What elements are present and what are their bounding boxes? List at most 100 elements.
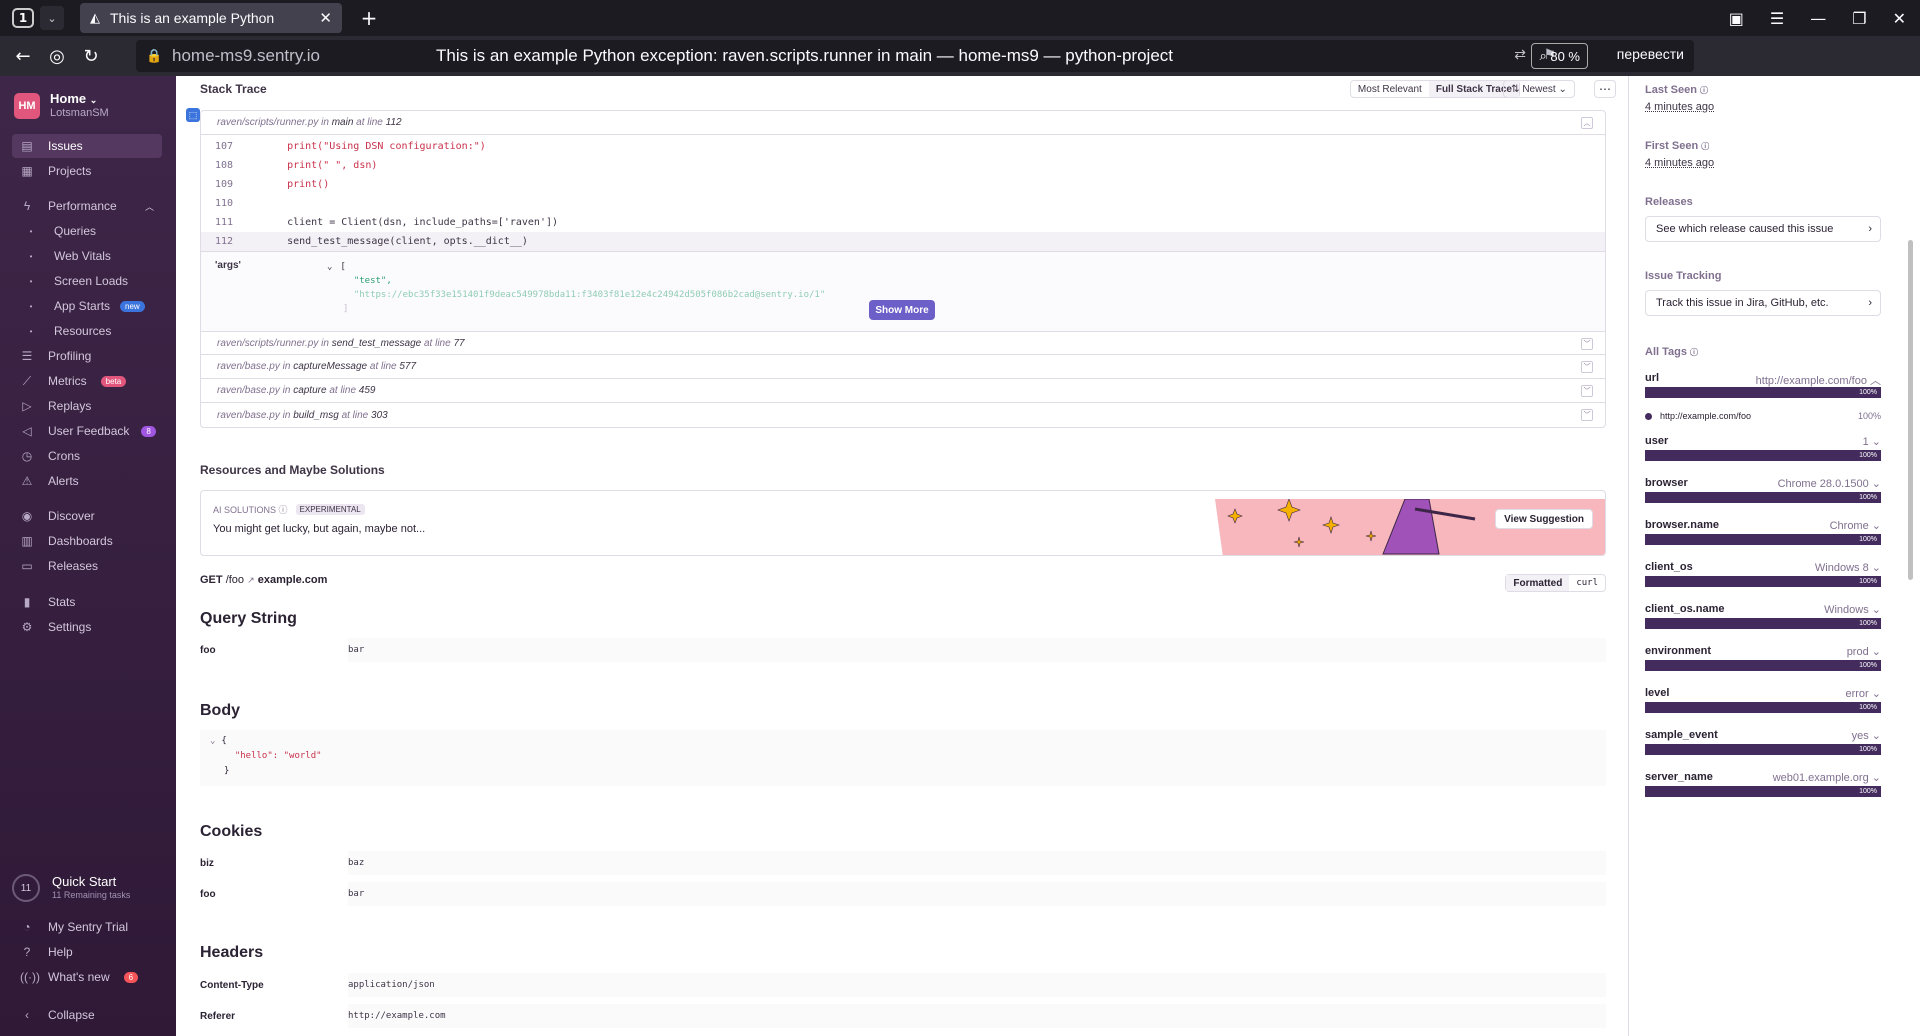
reload-icon[interactable]: ↻ bbox=[76, 41, 106, 71]
stack-frames: raven/scripts/runner.py in main at line … bbox=[200, 110, 1606, 428]
sidebar-item-queries[interactable]: • Queries bbox=[12, 219, 162, 243]
ai-solutions-label: AI SOLUTIONS bbox=[213, 504, 277, 515]
sidebar-item-whats-new[interactable]: ((·)) What's new 6 bbox=[12, 965, 162, 989]
minimize-icon[interactable]: — bbox=[1810, 9, 1826, 28]
sidebar-item-performance[interactable]: ϟ Performance ︿ bbox=[12, 194, 162, 218]
sidebar-item-crons[interactable]: ◷ Crons bbox=[12, 444, 162, 468]
tag-key: browser bbox=[1645, 477, 1688, 489]
frame-at: at line bbox=[329, 385, 357, 396]
stack-frame-header[interactable]: raven/base.py in capture at line 459 ﹀ bbox=[201, 379, 1605, 403]
tag-value-row[interactable]: http://example.com/foo 100% bbox=[1645, 411, 1881, 421]
sentry-sidebar: HM Home ⌄ LotsmanSM ▤ Issues ▦ Projects ϟ P… bbox=[0, 76, 176, 1036]
sidebar-item-metrics[interactable]: ⟋ Metrics beta bbox=[12, 369, 162, 393]
sidebar-item-label: Discover bbox=[48, 509, 95, 523]
translate-button[interactable]: перевести bbox=[1617, 46, 1684, 62]
sidebar-item-profiling[interactable]: ☰ Profiling bbox=[12, 344, 162, 368]
sidebar-item-releases[interactable]: ▭ Releases bbox=[12, 554, 162, 578]
frame-file: raven/base.py bbox=[217, 385, 280, 396]
chevron-down-icon[interactable]: ﹀ bbox=[1581, 338, 1593, 350]
last-seen-value[interactable]: 4 minutes ago bbox=[1645, 101, 1714, 113]
restore-icon[interactable]: ❐ bbox=[1852, 9, 1866, 28]
tag-value: error bbox=[1845, 688, 1869, 700]
sidebar-item-stats[interactable]: ▮ Stats bbox=[12, 590, 162, 614]
stack-view-toggle: Most Relevant Full Stack Trace bbox=[1349, 80, 1520, 98]
external-link-icon[interactable]: ↗ bbox=[247, 575, 255, 586]
megaphone-icon: ◁ bbox=[22, 424, 32, 438]
frame-in: in bbox=[282, 385, 291, 396]
show-more-button[interactable]: Show More bbox=[869, 300, 935, 320]
stack-frame-header[interactable]: raven/scripts/runner.py in send_test_mes… bbox=[201, 331, 1605, 355]
chevron-up-icon[interactable]: ︿ bbox=[1581, 117, 1593, 129]
sidebar-item-resources[interactable]: • Resources bbox=[12, 319, 162, 343]
reader-icon[interactable]: ◎ bbox=[42, 41, 72, 71]
most-relevant-button[interactable]: Most Relevant bbox=[1351, 81, 1429, 97]
sidebar-item-issues[interactable]: ▤ Issues bbox=[12, 134, 162, 158]
translate-page-icon[interactable]: ⇄ bbox=[1514, 46, 1526, 63]
tag-percent: 100% bbox=[1859, 704, 1877, 711]
projects-icon: ▦ bbox=[21, 164, 33, 178]
sidebar-item-projects[interactable]: ▦ Projects bbox=[12, 159, 162, 183]
sidebar-item-web-vitals[interactable]: • Web Vitals bbox=[12, 244, 162, 268]
chevron-down-icon[interactable]: ﹀ bbox=[1581, 385, 1593, 397]
sidebar-item-app-starts[interactable]: • App Starts new bbox=[12, 294, 162, 318]
sidebar-item-screen-loads[interactable]: • Screen Loads bbox=[12, 269, 162, 293]
sentry-logo-icon: ◭ bbox=[90, 10, 100, 25]
track-issue-button[interactable]: Track this issue in Jira, GitHub, etc. › bbox=[1645, 290, 1881, 316]
sidebar-item-label: User Feedback bbox=[48, 424, 130, 438]
chevron-down-icon[interactable]: ﹀ bbox=[1581, 409, 1593, 421]
formatted-button[interactable]: Formatted bbox=[1506, 575, 1570, 591]
sidebar-item-discover[interactable]: ◉ Discover bbox=[12, 504, 162, 528]
tab-count-button[interactable]: 1 bbox=[12, 8, 34, 28]
curl-button[interactable]: curl bbox=[1569, 575, 1605, 591]
new-tab-button[interactable]: + bbox=[356, 5, 382, 31]
sidebar-item-help[interactable]: ? Help bbox=[12, 940, 162, 964]
tag-key: client_os.name bbox=[1645, 603, 1725, 615]
view-suggestion-button[interactable]: View Suggestion bbox=[1495, 509, 1593, 529]
line-number: 110 bbox=[215, 198, 234, 209]
bookmarks-icon[interactable]: ▣ bbox=[1729, 9, 1744, 28]
chevron-down-icon: ⌄ bbox=[1871, 478, 1881, 490]
zoom-indicator[interactable]: ⌕ 80 % bbox=[1531, 43, 1588, 69]
page-scrollbar[interactable] bbox=[1908, 240, 1913, 580]
first-seen-value[interactable]: 4 minutes ago bbox=[1645, 157, 1714, 169]
address-bar[interactable]: 🔒 home-ms9.sentry.io This is an example … bbox=[136, 40, 1694, 72]
tag-percent: 100% bbox=[1859, 494, 1877, 501]
more-options-button[interactable]: ⋯ bbox=[1594, 80, 1616, 98]
body-title: Body bbox=[200, 702, 240, 719]
chevron-down-icon[interactable]: ⌄ bbox=[210, 736, 215, 746]
sort-order-dropdown[interactable]: ⇅ Newest ⌄ bbox=[1503, 80, 1575, 98]
frame-line: 77 bbox=[453, 337, 465, 349]
sidebar-item-dashboards[interactable]: ▥ Dashboards bbox=[12, 529, 162, 553]
back-icon[interactable]: ← bbox=[8, 41, 38, 71]
tab-list-chevron-icon[interactable]: ⌄ bbox=[40, 6, 64, 30]
sidebar-item-replays[interactable]: ▷ Replays bbox=[12, 394, 162, 418]
code-line: 111 client = Client(dsn, include_paths=[… bbox=[201, 213, 1605, 232]
frame-line: 112 bbox=[385, 117, 402, 128]
see-release-button[interactable]: See which release caused this issue › bbox=[1645, 216, 1881, 242]
stack-frame-header[interactable]: raven/base.py in captureMessage at line … bbox=[201, 355, 1605, 379]
ai-solutions-panel: AI SOLUTIONS ⓘ EXPERIMENTAL You might get… bbox=[200, 490, 1606, 556]
sidebar-item-user-feedback[interactable]: ◁ User Feedback 8 bbox=[12, 419, 162, 443]
quick-start[interactable]: 11 Quick Start 11 Remaining tasks bbox=[12, 874, 130, 902]
sidebar-item-alerts[interactable]: ⚠ Alerts bbox=[12, 469, 162, 493]
chevron-down-icon: ⌄ bbox=[1558, 83, 1567, 95]
sidebar-item-trial[interactable]: ◔ My Sentry Trial bbox=[12, 915, 162, 939]
chevron-down-icon[interactable]: ﹀ bbox=[1581, 361, 1593, 373]
menu-icon[interactable]: ☰ bbox=[1770, 9, 1784, 28]
active-tab[interactable]: ◭ This is an example Python ✕ bbox=[80, 3, 342, 33]
chevron-down-icon[interactable]: ⌄ bbox=[327, 262, 332, 272]
sidebar-item-settings[interactable]: ⚙ Settings bbox=[12, 615, 162, 639]
sort-order-label: Newest bbox=[1522, 83, 1556, 95]
org-switcher[interactable]: HM Home ⌄ LotsmanSM bbox=[14, 92, 109, 120]
close-window-icon[interactable]: ✕ bbox=[1893, 9, 1906, 28]
frame-file: raven/base.py bbox=[217, 409, 280, 421]
header-key: Content-Type bbox=[200, 972, 348, 998]
stack-frame-header[interactable]: raven/scripts/runner.py in main at line … bbox=[201, 111, 1605, 135]
line-number: 109 bbox=[215, 179, 234, 190]
sidebar-item-label: Alerts bbox=[48, 474, 79, 488]
sidebar-collapse[interactable]: ‹ Collapse bbox=[12, 1003, 162, 1027]
frame-function: capture bbox=[293, 385, 327, 396]
sidebar-item-label: Dashboards bbox=[48, 534, 113, 548]
tab-close-icon[interactable]: ✕ bbox=[319, 9, 332, 27]
stack-frame-header[interactable]: raven/base.py in build_msg at line 303 ﹀ bbox=[201, 403, 1605, 427]
